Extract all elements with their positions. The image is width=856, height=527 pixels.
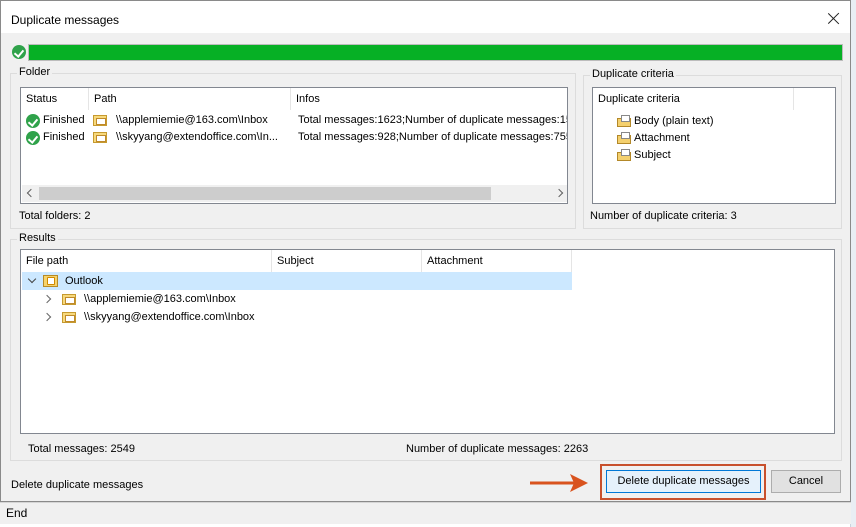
path-text: \\skyyang@extendoffice.com\In... (116, 131, 278, 143)
results-group-label: Results (17, 232, 58, 244)
column-path[interactable]: Path (89, 88, 291, 110)
tree-root-label: Outlook (65, 275, 103, 287)
status-text: Finished (43, 131, 85, 143)
chevron-right-icon[interactable] (42, 294, 52, 304)
criteria-item[interactable]: Attachment (593, 130, 833, 147)
criteria-icon (617, 132, 632, 145)
criteria-item[interactable]: Body (plain text) (593, 113, 833, 130)
column-infos[interactable]: Infos (291, 88, 567, 110)
folder-row[interactable]: Finished \\skyyang@extendoffice.com\In..… (21, 129, 568, 146)
status-text: End (6, 506, 28, 520)
mail-folder-icon (62, 293, 77, 306)
tree-root-row[interactable]: Outlook (22, 272, 572, 290)
scroll-left-icon[interactable] (26, 188, 36, 198)
progress-bar (28, 44, 843, 61)
column-duplicate-criteria[interactable]: Duplicate criteria (593, 88, 794, 110)
tree-child-row[interactable]: \\applemiemie@163.com\Inbox (22, 290, 572, 308)
cancel-button[interactable]: Cancel (771, 470, 841, 493)
mail-folder-icon (93, 114, 108, 127)
delete-duplicates-button[interactable]: Delete duplicate messages (606, 470, 761, 493)
duplicate-messages-label: Number of duplicate messages: 2263 (406, 443, 589, 455)
folder-list[interactable]: Status Path Infos Finished \\applemiemie… (20, 87, 568, 204)
criteria-label: Attachment (634, 132, 690, 144)
horizontal-scrollbar[interactable] (22, 185, 567, 202)
progress-fill (29, 45, 842, 60)
check-circle-icon (12, 45, 26, 59)
status-bar: End (0, 502, 851, 524)
tree-child-label: \\skyyang@extendoffice.com\Inbox (84, 311, 255, 323)
scroll-thumb[interactable] (39, 187, 491, 200)
check-circle-icon (26, 114, 40, 128)
scroll-right-icon[interactable] (554, 188, 564, 198)
infos-text: Total messages:1623;Number of duplicate … (298, 114, 568, 126)
mail-folder-icon (93, 131, 108, 144)
criteria-group: Duplicate criteria Duplicate criteria Bo… (583, 68, 842, 229)
tree-child-row[interactable]: \\skyyang@extendoffice.com\Inbox (22, 308, 572, 326)
close-icon[interactable] (824, 9, 844, 29)
column-file-path[interactable]: File path (21, 250, 272, 272)
column-status[interactable]: Status (21, 88, 89, 110)
outlook-icon (43, 273, 59, 288)
results-tree[interactable]: File path Subject Attachment Outlook \\a… (20, 249, 835, 434)
infos-text: Total messages:928;Number of duplicate m… (298, 131, 568, 143)
action-description: Delete duplicate messages (11, 479, 144, 491)
column-attachment[interactable]: Attachment (422, 250, 572, 272)
folder-row[interactable]: Finished \\applemiemie@163.com\Inbox Tot… (21, 112, 568, 129)
chevron-down-icon[interactable] (27, 274, 37, 284)
progress-row (11, 43, 843, 62)
pointer-arrow-icon (530, 474, 588, 492)
total-folders-label: Total folders: 2 (19, 210, 91, 222)
criteria-label: Body (plain text) (634, 115, 714, 127)
check-circle-icon (26, 131, 40, 145)
folder-group-label: Folder (17, 66, 53, 78)
column-subject[interactable]: Subject (272, 250, 422, 272)
chevron-right-icon[interactable] (42, 312, 52, 322)
criteria-group-label: Duplicate criteria (590, 68, 676, 80)
criteria-icon (617, 115, 632, 128)
path-text: \\applemiemie@163.com\Inbox (116, 114, 268, 126)
title-bar: Duplicate messages (1, 1, 850, 33)
folder-group: Folder Status Path Infos Finished \\appl… (10, 66, 576, 229)
status-text: Finished (43, 114, 85, 126)
criteria-item[interactable]: Subject (593, 147, 833, 164)
criteria-icon (617, 149, 632, 162)
results-group: Results File path Subject Attachment Out… (10, 232, 842, 461)
criteria-list[interactable]: Duplicate criteria Body (plain text) Att… (592, 87, 836, 204)
total-messages-label: Total messages: 2549 (28, 443, 136, 455)
criteria-label: Subject (634, 149, 671, 161)
duplicate-messages-dialog: Duplicate messages Folder Status Path In… (0, 0, 851, 502)
dialog-title: Duplicate messages (11, 13, 120, 27)
tree-child-label: \\applemiemie@163.com\Inbox (84, 293, 236, 305)
criteria-count-label: Number of duplicate criteria: 3 (590, 210, 737, 222)
mail-folder-icon (62, 311, 77, 324)
